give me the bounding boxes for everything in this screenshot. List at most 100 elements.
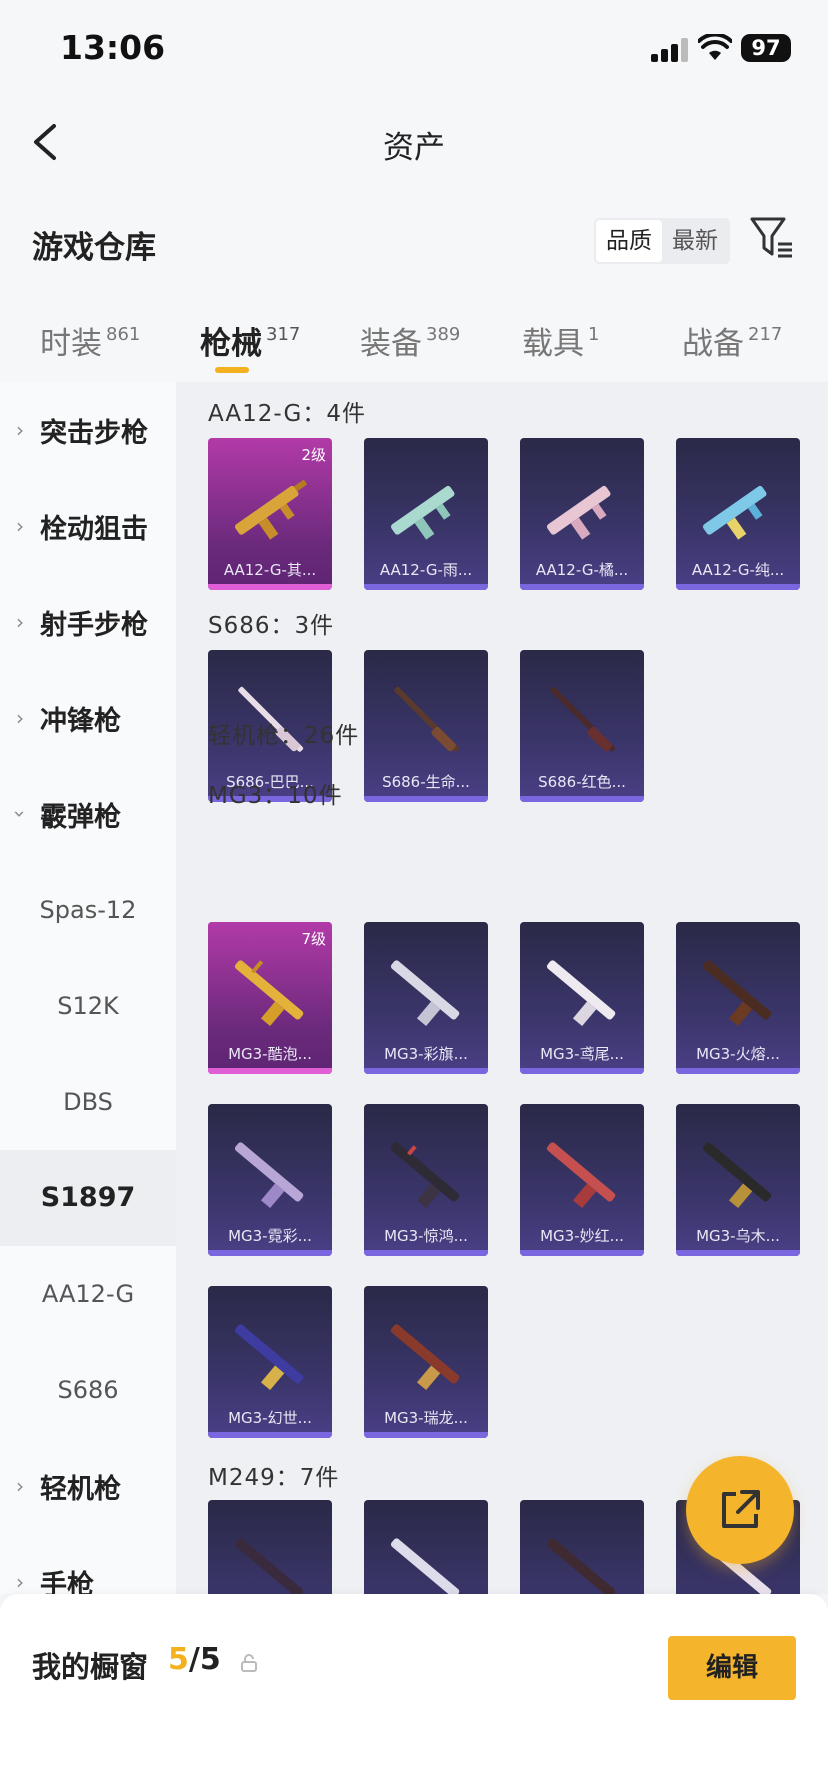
weapon-name: MG3-鸢尾... — [540, 1045, 624, 1063]
tab-label: 战备 — [682, 326, 744, 362]
tab-supplies[interactable]: 战备 217 — [682, 318, 782, 363]
sidebar-item-marksman-rifle[interactable]: › 射手步枪 — [0, 574, 176, 670]
tab-vehicles[interactable]: 载具 1 — [522, 318, 599, 363]
sidebar-item-label: 射手步枪 — [40, 609, 148, 641]
lock-icon — [241, 1654, 257, 1672]
sort-option-quality[interactable]: 品质 — [596, 220, 662, 262]
weapon-card[interactable]: MG3-霓彩... — [208, 1104, 332, 1256]
tab-count: 389 — [426, 324, 461, 345]
status-time: 13:06 — [60, 28, 166, 67]
weapon-skin-icon — [234, 1538, 304, 1594]
showcase-count: 5/5 — [168, 1642, 221, 1677]
sidebar-item-label: 手枪 — [40, 1569, 94, 1595]
sidebar-item-bolt-sniper[interactable]: › 栓动狙击 — [0, 478, 176, 574]
weapon-skin-icon — [390, 960, 460, 1027]
weapon-skin-icon — [234, 1142, 304, 1209]
sidebar-subitem-s686[interactable]: S686 — [0, 1342, 176, 1438]
weapon-card[interactable]: MG3-鸢尾... — [520, 922, 644, 1074]
status-bar: 13:06 97 — [0, 0, 828, 100]
weapon-skin-icon — [546, 1538, 616, 1594]
rarity-bar — [208, 1250, 332, 1256]
rarity-bar — [676, 1250, 800, 1256]
filter-button[interactable] — [749, 214, 795, 260]
weapon-name: MG3-惊鸿... — [384, 1227, 468, 1245]
sidebar-subitem-dbs[interactable]: DBS — [0, 1054, 176, 1150]
edit-button[interactable]: 编辑 — [668, 1636, 796, 1700]
weapon-card[interactable]: MG3-彩旗... — [364, 922, 488, 1074]
cellular-signal-icon — [651, 38, 689, 62]
sidebar-subitem-spas12[interactable]: Spas-12 — [0, 862, 176, 958]
weapon-grid-mg3: 7级 MG3-酷泡... MG3-彩旗... MG3-鸢尾... MG3-火熔.… — [176, 382, 828, 1594]
chevron-right-icon: › — [16, 418, 24, 442]
weapon-skin-icon — [546, 960, 616, 1027]
weapon-card[interactable]: MG3-妙红... — [520, 1104, 644, 1256]
sidebar-item-label: 冲锋枪 — [40, 705, 121, 737]
weapon-card[interactable] — [208, 1500, 332, 1594]
sidebar-item-smg[interactable]: › 冲锋枪 — [0, 670, 176, 766]
category-tabs: 时装 861 枪械 317 装备 389 载具 1 战备 217 — [0, 318, 828, 374]
tab-label: 时装 — [40, 326, 102, 362]
sidebar-item-shotgun[interactable]: › 霰弹枪 — [0, 766, 176, 862]
tab-equipment[interactable]: 装备 389 — [360, 318, 460, 363]
tab-fashion[interactable]: 时装 861 — [40, 318, 140, 363]
tab-count: 1 — [588, 324, 600, 345]
sidebar-item-assault-rifle[interactable]: › 突击步枪 — [0, 382, 176, 478]
sidebar-item-pistol[interactable]: › 手枪 — [0, 1534, 176, 1595]
filter-icon — [750, 217, 792, 258]
weapon-name: MG3-瑞龙... — [384, 1409, 468, 1427]
weapon-card[interactable] — [364, 1500, 488, 1594]
battery-indicator: 97 — [741, 34, 791, 62]
tab-label: 载具 — [522, 326, 584, 362]
chevron-right-icon: › — [16, 514, 24, 538]
showcase-current: 5 — [168, 1642, 189, 1677]
weapon-card[interactable]: MG3-火熔... — [676, 922, 800, 1074]
weapon-level-badge: 7级 — [301, 930, 326, 948]
weapon-card[interactable]: MG3-瑞龙... — [364, 1286, 488, 1438]
weapon-skin-icon — [390, 1538, 460, 1594]
weapon-name: MG3-火熔... — [696, 1045, 780, 1063]
weapon-name: MG3-霓彩... — [228, 1227, 312, 1245]
weapon-card[interactable]: 7级 MG3-酷泡... — [208, 922, 332, 1074]
share-button[interactable] — [686, 1456, 794, 1564]
sort-toggle[interactable]: 品质 最新 — [594, 218, 730, 264]
tab-label: 枪械 — [200, 326, 262, 362]
weapon-skin-icon — [390, 1142, 460, 1209]
weapon-card[interactable]: MG3-幻世... — [208, 1286, 332, 1438]
showcase-label: 我的橱窗 — [32, 1650, 149, 1684]
sidebar-item-label: 轻机枪 — [40, 1473, 121, 1505]
weapon-name: MG3-幻世... — [228, 1409, 312, 1427]
sidebar-subitem-aa12g[interactable]: AA12-G — [0, 1246, 176, 1342]
chevron-right-icon: › — [16, 610, 24, 634]
rarity-bar — [364, 1432, 488, 1438]
sidebar-subitem-s1897[interactable]: S1897 — [0, 1150, 176, 1246]
sidebar-item-lmg[interactable]: › 轻机枪 — [0, 1438, 176, 1534]
rarity-bar — [520, 1068, 644, 1074]
wifi-icon — [698, 34, 732, 60]
active-tab-indicator — [215, 367, 249, 373]
weapon-skin-icon — [546, 1142, 616, 1209]
chevron-right-icon: › — [16, 1474, 24, 1498]
weapon-name: MG3-妙红... — [540, 1227, 624, 1245]
chevron-down-icon: › — [8, 810, 32, 818]
rarity-bar — [208, 1432, 332, 1438]
tab-count: 861 — [106, 324, 141, 345]
sidebar-subitem-s12k[interactable]: S12K — [0, 958, 176, 1054]
weapon-card[interactable]: MG3-惊鸿... — [364, 1104, 488, 1256]
tab-label: 装备 — [360, 326, 422, 362]
weapon-card[interactable]: MG3-乌木... — [676, 1104, 800, 1256]
showcase-total: /5 — [188, 1642, 221, 1677]
weapon-card[interactable] — [520, 1500, 644, 1594]
rarity-bar — [520, 1250, 644, 1256]
weapon-skin-icon — [702, 1142, 772, 1209]
weapon-name: MG3-乌木... — [696, 1227, 780, 1245]
rarity-bar — [364, 1068, 488, 1074]
weapon-skin-icon — [234, 960, 304, 1027]
tab-firearms[interactable]: 枪械 317 — [200, 318, 300, 363]
showcase-bar: 我的橱窗 5/5 编辑 — [0, 1594, 828, 1792]
weapon-skin-icon — [390, 1324, 460, 1391]
tab-count: 217 — [748, 324, 783, 345]
sort-option-newest[interactable]: 最新 — [662, 220, 728, 262]
rarity-bar — [676, 1068, 800, 1074]
sidebar-item-label: 突击步枪 — [40, 417, 148, 449]
rarity-bar — [208, 1068, 332, 1074]
